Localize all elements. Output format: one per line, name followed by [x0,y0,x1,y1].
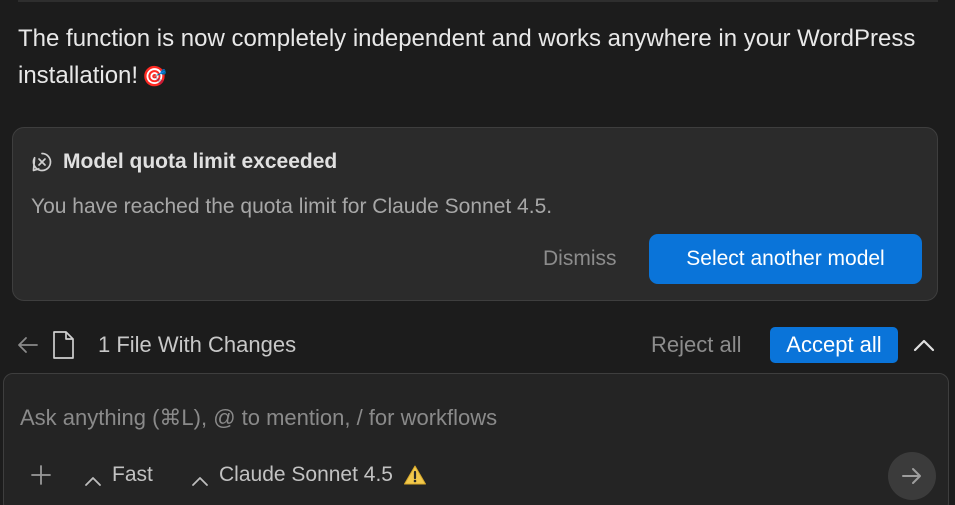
warning-icon [403,464,427,486]
mode-label: Fast [112,463,153,486]
chat-input[interactable] [18,392,922,444]
back-arrow-icon[interactable] [16,333,40,357]
quota-title: Model quota limit exceeded [63,150,338,173]
caret-up-icon [191,469,209,486]
select-another-model-button[interactable]: Select another model [649,234,922,284]
quota-limit-card: Model quota limit exceeded You have reac… [12,127,938,301]
mode-selector[interactable]: Fast [84,463,153,487]
send-button[interactable] [888,452,936,500]
target-emoji: 🎯 [142,66,167,88]
reject-all-button[interactable]: Reject all [651,332,741,358]
alert-circle-icon [31,151,53,173]
chat-input-box: Fast Claude Sonnet 4.5 [3,373,949,505]
accept-all-button[interactable]: Accept all [770,327,898,363]
send-arrow-icon [902,468,921,484]
model-selector[interactable]: Claude Sonnet 4.5 [191,463,427,487]
previous-block-edge [18,0,938,2]
chevron-up-icon[interactable] [911,333,937,357]
assistant-message: The function is now completely independe… [18,20,918,96]
caret-up-icon [84,469,102,486]
file-changes-bar: 1 File With Changes Reject all Accept al… [0,322,955,368]
file-changes-label[interactable]: 1 File With Changes [98,332,296,358]
chat-panel: The function is now completely independe… [0,0,955,505]
plus-icon[interactable] [30,464,52,486]
model-label: Claude Sonnet 4.5 [219,463,393,486]
quota-title-row: Model quota limit exceeded [31,150,337,174]
quota-description: You have reached the quota limit for Cla… [31,195,553,218]
file-icon [51,330,75,360]
dismiss-button[interactable]: Dismiss [533,235,627,283]
